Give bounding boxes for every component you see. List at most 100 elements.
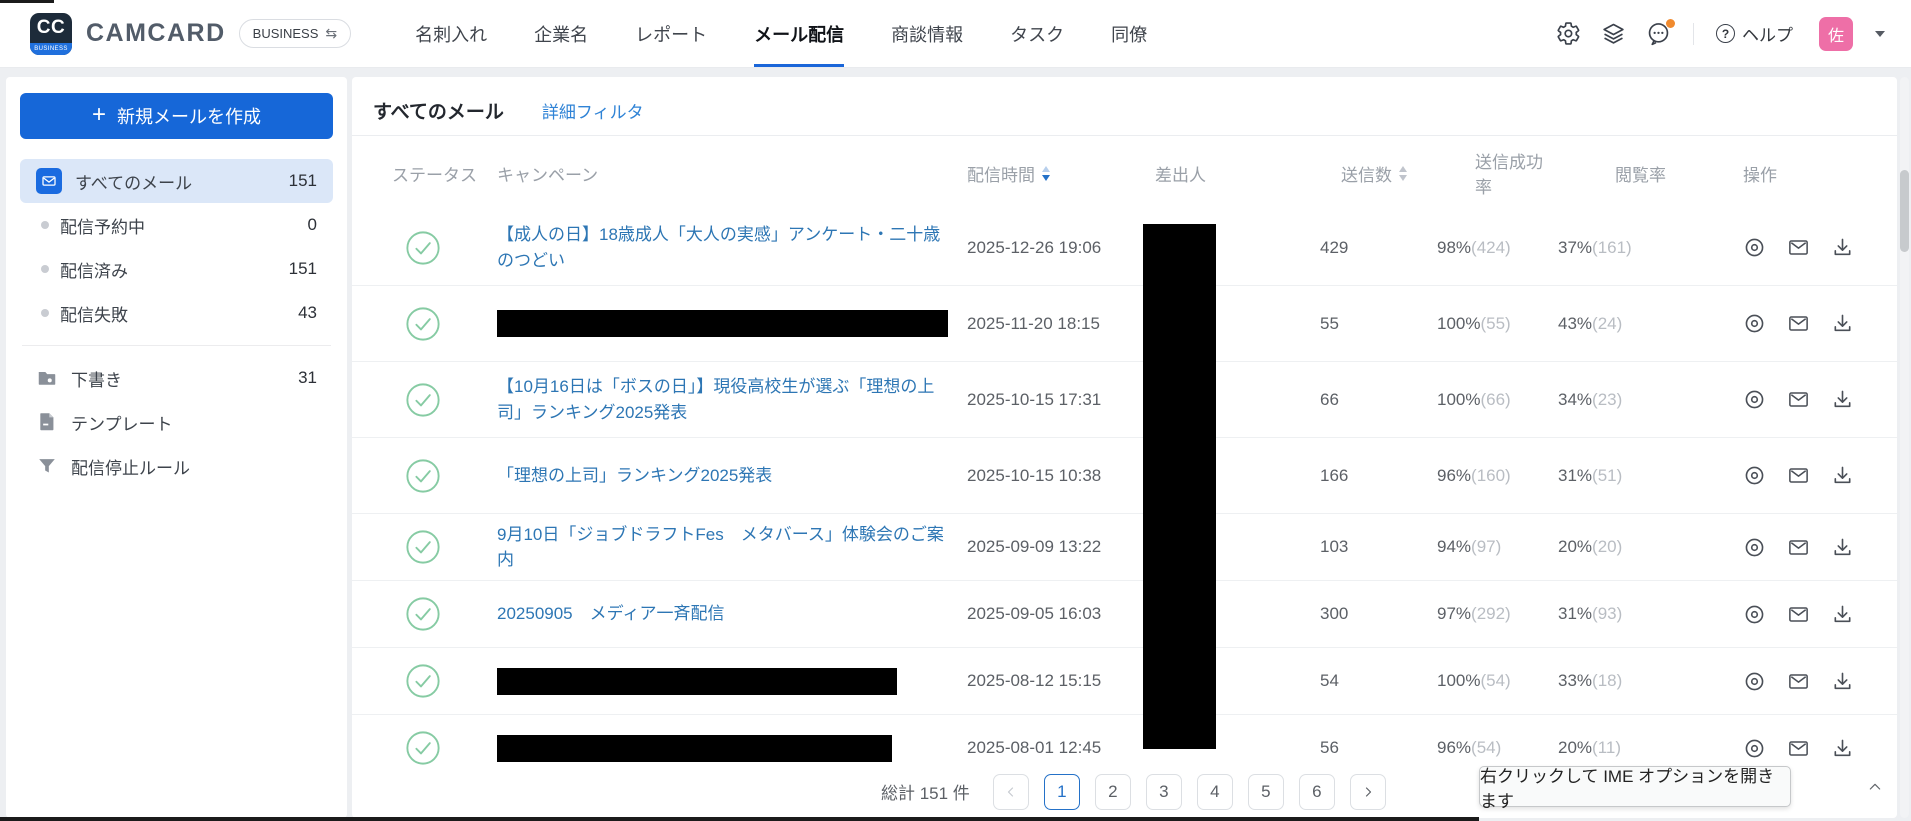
- nav-item-6[interactable]: タスク: [1010, 0, 1064, 67]
- view-icon[interactable]: [1743, 603, 1766, 626]
- campaign-link[interactable]: 「理想の上司」ランキング2025発表: [497, 463, 967, 489]
- view-icon[interactable]: [1743, 536, 1766, 559]
- mail-list-panel: すべてのメール 詳細フィルタ ステータス キャンペーン 配信時間 差出人 送信数 送信成功…: [352, 77, 1897, 818]
- sidebar-item[interactable]: 配信停止ルール: [20, 444, 333, 488]
- sidebar-item[interactable]: 配信予約中 0: [20, 203, 333, 247]
- camcard-logo: CC BUSINESS CAMCARD BUSINESS ⇆: [30, 0, 352, 67]
- sidebar-item[interactable]: 配信失敗 43: [20, 291, 333, 335]
- delivery-time: 2025-11-20 18:15: [967, 313, 1100, 333]
- mail-icon[interactable]: [1787, 312, 1810, 335]
- ime-collapse-chevron-icon[interactable]: [1858, 772, 1892, 802]
- sent-count: 103: [1320, 537, 1349, 556]
- status-cell: [392, 306, 497, 342]
- view-icon[interactable]: [1743, 312, 1766, 335]
- scrollbar-thumb[interactable]: [1900, 170, 1909, 252]
- next-page-button[interactable]: [1349, 773, 1386, 810]
- download-icon[interactable]: [1831, 464, 1854, 487]
- download-icon[interactable]: [1831, 737, 1854, 760]
- logo-business-band: BUSINESS: [30, 42, 72, 55]
- nav-item-4[interactable]: メール配信: [754, 0, 845, 67]
- topbar-divider: [1693, 22, 1694, 45]
- bullet-dot-icon: [41, 265, 49, 273]
- view-icon[interactable]: [1743, 737, 1766, 760]
- column-header: 操作: [1743, 165, 1777, 185]
- page-button-3[interactable]: 3: [1145, 773, 1182, 810]
- page-button-2[interactable]: 2: [1094, 773, 1131, 810]
- open-rate: 33%(18): [1558, 671, 1623, 690]
- sidebar-item-count: 151: [288, 171, 317, 190]
- nav-item-2[interactable]: 企業名: [534, 0, 588, 67]
- success-check-icon: [406, 731, 440, 765]
- download-icon[interactable]: [1831, 670, 1854, 693]
- redacted-campaign: [497, 734, 892, 762]
- column-header[interactable]: 配信時間: [967, 161, 1155, 186]
- mail-icon[interactable]: [1787, 670, 1810, 693]
- success-rate: 100%(54): [1437, 671, 1511, 690]
- view-icon[interactable]: [1743, 236, 1766, 259]
- status-cell: [392, 230, 497, 266]
- redacted-sender-column: [1143, 224, 1216, 749]
- sidebar-item-label: 配信予約中: [60, 217, 145, 237]
- panel-header: すべてのメール 詳細フィルタ: [352, 77, 1897, 136]
- plan-switcher-badge[interactable]: BUSINESS ⇆: [238, 19, 352, 48]
- view-icon[interactable]: [1743, 464, 1766, 487]
- sidebar-item-count: 151: [288, 259, 317, 278]
- compose-mail-button[interactable]: + 新規メールを作成: [20, 93, 333, 139]
- plus-icon: +: [91, 100, 106, 128]
- campaign-link[interactable]: 20250905 メディア一斉配信: [497, 601, 967, 627]
- campaign-link[interactable]: 9月10日「ジョブドラフトFes メタバース」体験会のご案内: [497, 522, 967, 573]
- gear-icon[interactable]: [1556, 21, 1581, 46]
- mail-icon[interactable]: [1787, 464, 1810, 487]
- sidebar-item[interactable]: すべてのメール 151: [20, 159, 333, 203]
- campaign-link[interactable]: 【10月16日は「ボスの日」】現役高校生が選ぶ「理想の上司」ランキング2025発…: [497, 374, 967, 425]
- sidebar-item-label: すべてのメール: [75, 173, 193, 193]
- table-row: 20250905 メディア一斉配信 2025-09-05 16:03 300 97%(…: [352, 581, 1897, 648]
- advanced-filter-link[interactable]: 詳細フィルタ: [542, 98, 644, 123]
- page-button-1[interactable]: 1: [1043, 773, 1080, 810]
- page-button-5[interactable]: 5: [1247, 773, 1284, 810]
- status-cell: [392, 382, 497, 418]
- help-button[interactable]: ? ヘルプ: [1716, 21, 1793, 46]
- document-icon: [40, 413, 54, 431]
- nav-item-7[interactable]: 同僚: [1111, 0, 1147, 67]
- nav-item-1[interactable]: 名刺入れ: [415, 0, 487, 67]
- chat-icon[interactable]: [1646, 19, 1675, 46]
- sidebar-item[interactable]: 配信済み 151: [20, 247, 333, 291]
- sidebar-item-label: 配信停止ルール: [71, 458, 190, 478]
- mail-icon[interactable]: [1787, 236, 1810, 259]
- campaign-cell: [497, 310, 967, 337]
- layers-icon[interactable]: [1601, 21, 1626, 46]
- sidebar: + 新規メールを作成 すべてのメール 151 配信予約中 0 配信済み 151 配信失敗 43…: [6, 77, 347, 818]
- page-button-4[interactable]: 4: [1196, 773, 1233, 810]
- nav-item-3[interactable]: レポート: [635, 0, 707, 67]
- table-row: 2025-08-12 15:15 54 100%(54) 33%(18): [352, 648, 1897, 715]
- nav-item-5[interactable]: 商談情報: [891, 0, 963, 67]
- prev-page-button[interactable]: [992, 773, 1029, 810]
- download-icon[interactable]: [1831, 388, 1854, 411]
- download-icon[interactable]: [1831, 236, 1854, 259]
- column-header[interactable]: 送信数: [1320, 161, 1437, 186]
- download-icon[interactable]: [1831, 312, 1854, 335]
- download-icon[interactable]: [1831, 603, 1854, 626]
- avatar[interactable]: 佐: [1819, 16, 1853, 51]
- page-button-6[interactable]: 6: [1298, 773, 1335, 810]
- download-icon[interactable]: [1831, 536, 1854, 559]
- chevron-down-icon[interactable]: [1875, 30, 1885, 37]
- view-icon[interactable]: [1743, 670, 1766, 693]
- view-icon[interactable]: [1743, 388, 1766, 411]
- sidebar-item[interactable]: テンプレート: [20, 400, 333, 444]
- mail-icon[interactable]: [1787, 536, 1810, 559]
- sidebar-item-label: テンプレート: [71, 414, 173, 434]
- sidebar-item[interactable]: 下書き 31: [20, 356, 333, 400]
- mail-icon[interactable]: [1787, 603, 1810, 626]
- mail-icon[interactable]: [1787, 737, 1810, 760]
- topbar-actions: ? ヘルプ 佐: [1556, 0, 1885, 67]
- sent-count: 300: [1320, 604, 1349, 623]
- sent-count: 54: [1320, 671, 1339, 690]
- plan-badge-label: BUSINESS: [252, 26, 319, 41]
- mail-icon[interactable]: [1787, 388, 1810, 411]
- status-cell: [392, 529, 497, 565]
- window-edge-artifact-top: [0, 0, 54, 3]
- campaign-link[interactable]: 【成人の日】18歳成人「大人の実感」アンケート・二十歳のつどい: [497, 222, 967, 273]
- open-rate: 20%(11): [1558, 738, 1622, 757]
